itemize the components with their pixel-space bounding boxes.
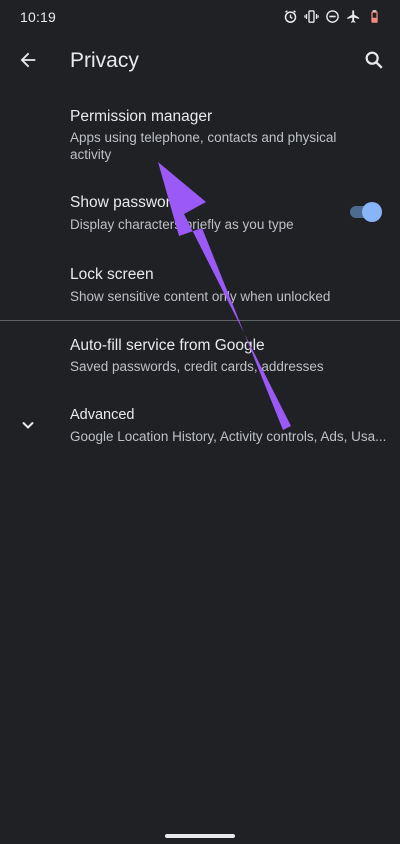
pref-summary: Show sensitive content only when unlocke… <box>70 289 331 304</box>
do-not-disturb-icon <box>325 9 340 24</box>
pref-summary: Display characters briefly as you type <box>70 217 294 232</box>
pref-show-passwords[interactable]: Show passwords Display characters briefl… <box>0 182 400 244</box>
pref-title: Lock screen <box>70 266 154 283</box>
pref-title: Permission manager <box>70 108 213 125</box>
arrow-back-icon <box>17 49 39 76</box>
pref-title: Auto-fill service from Google <box>70 337 265 354</box>
pref-autofill-service[interactable]: Auto-fill service from Google Saved pass… <box>0 325 400 387</box>
pref-title: Advanced <box>70 407 135 423</box>
pref-summary: Saved passwords, credit cards, addresses <box>70 359 324 374</box>
alarm-icon <box>283 9 298 24</box>
pref-advanced[interactable]: Advanced Google Location History, Activi… <box>0 395 400 457</box>
toggle-thumb <box>362 202 382 222</box>
search-button[interactable] <box>358 46 390 78</box>
chevron-down-icon <box>18 415 38 440</box>
gesture-nav-handle[interactable] <box>165 834 235 838</box>
section-divider <box>0 320 400 321</box>
pref-summary: Apps using telephone, contacts and physi… <box>70 130 337 162</box>
show-passwords-toggle[interactable] <box>350 201 382 222</box>
status-bar: 10:19 <box>0 0 400 34</box>
pref-lock-screen[interactable]: Lock screen Show sensitive content only … <box>0 254 400 316</box>
status-time: 10:19 <box>20 9 57 25</box>
search-icon <box>363 49 385 76</box>
vibrate-icon <box>304 9 319 24</box>
battery-low-icon <box>367 9 382 24</box>
pref-title: Show passwords <box>70 194 188 211</box>
status-icons <box>283 9 382 24</box>
app-bar: Privacy <box>0 34 400 90</box>
back-button[interactable] <box>12 46 44 78</box>
airplane-mode-icon <box>346 9 361 24</box>
pref-permission-manager[interactable]: Permission manager Apps using telephone,… <box>0 96 400 172</box>
page-title: Privacy <box>70 49 139 72</box>
pref-summary: Google Location History, Activity contro… <box>70 429 387 444</box>
